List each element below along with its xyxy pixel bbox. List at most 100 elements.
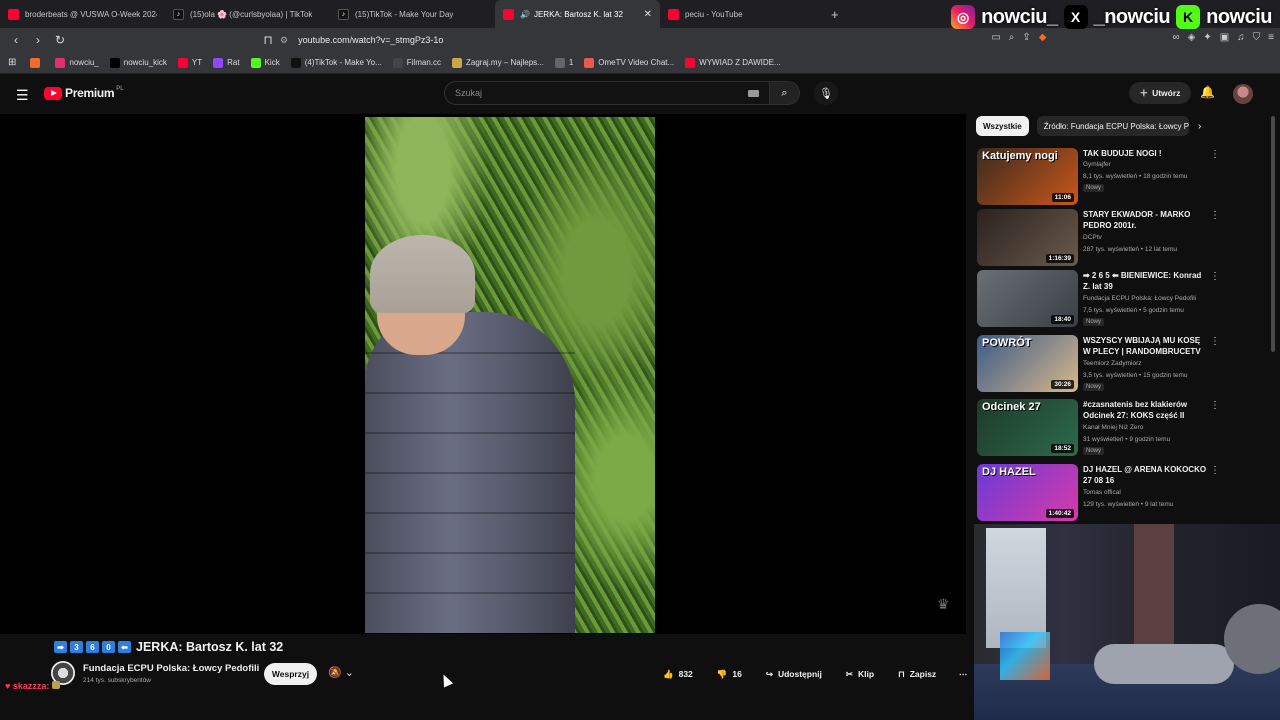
video-thumbnail[interactable]: Odcinek 27 18:52 — [977, 399, 1078, 456]
search-placeholder: Szukaj — [455, 88, 483, 98]
channel-name[interactable]: Fundacja ECPU Polska: Łowcy Pedofili — [83, 663, 259, 674]
recommendation-channel[interactable]: Teemiorz Zadymiorz — [1083, 359, 1213, 369]
recommendation-channel[interactable]: Tomas offical — [1083, 488, 1213, 498]
recommendation-channel[interactable]: Kanał Mniej Niż Zero — [1083, 423, 1213, 433]
recommendation-item[interactable]: Odcinek 27 18:52 #czasnatenis bez klakieró… — [976, 399, 1276, 457]
support-button[interactable]: Wesprzyj — [264, 663, 317, 685]
bookmark-item[interactable]: (4)TikTok - Make Yo... — [290, 57, 382, 68]
more-vert-icon[interactable]: ⋮ — [1210, 271, 1220, 282]
zagraj-icon — [452, 57, 462, 68]
bookmark-item[interactable]: Filman.cc — [392, 57, 441, 68]
video-thumbnail[interactable]: POWRÓT 30:26 — [977, 335, 1078, 392]
recommendation-title[interactable]: WSZYSCY WBIJAJĄ MU KOSĘ W PLECY | RANDOM… — [1083, 335, 1207, 357]
bookmark-item[interactable]: nowciu_kick — [109, 57, 167, 68]
address-bar[interactable]: ⚙ youtube.com/watch?v=_stmgPz3-1o — [280, 30, 1000, 50]
chevron-right-icon[interactable]: › — [1198, 121, 1201, 132]
notifications-bell-icon[interactable]: 🔔 — [1200, 85, 1215, 99]
video-thumbnail[interactable]: DJ HAZEL 1:40:42 — [977, 464, 1078, 521]
social-handle: nowciu — [1206, 5, 1272, 28]
subscription-bell[interactable]: 🔕 ⌄ — [328, 666, 354, 679]
vpn-icon[interactable]: ∞ — [1172, 32, 1179, 43]
brave-shield-icon[interactable]: ◆ — [1039, 32, 1047, 43]
recommendation-title[interactable]: ➡ 2 6 5 ⬅ BIENIEWICE: Konrad Z. lat 39 — [1083, 270, 1207, 292]
cast-icon[interactable]: ▭ — [991, 32, 1000, 43]
clip-button[interactable]: ✂ Klip — [838, 663, 882, 685]
extensions-icon[interactable]: ✦ — [1203, 32, 1211, 43]
chip-source[interactable]: Źródło: Fundacja ECPU Polska: Łowcy Pedo… — [1036, 116, 1189, 136]
close-tab-icon[interactable]: ✕ — [644, 9, 652, 20]
chip-all[interactable]: Wszystkie — [976, 116, 1029, 136]
search-input[interactable]: Szukaj — [444, 81, 770, 105]
youtube-logo[interactable]: Premium PL — [44, 86, 124, 100]
more-actions-button[interactable]: ⋯ — [952, 663, 974, 685]
voice-search-button[interactable]: 🎙 — [814, 81, 838, 105]
menu-hamburger-icon[interactable]: ☰ — [16, 87, 29, 104]
video-thumbnail[interactable]: Katujemy nogi 11:06 — [977, 148, 1078, 205]
new-badge: Nowy — [1083, 447, 1105, 455]
browser-tab[interactable]: peciu - YouTube — [660, 0, 825, 28]
like-button[interactable]: 👍 832 — [655, 663, 701, 685]
keyboard-icon[interactable] — [748, 90, 759, 97]
bookmark-item[interactable]: nowciu_ — [55, 57, 99, 68]
browser-tab-active[interactable]: 🔊 JERKA: Bartosz K. lat 32 ✕ — [495, 0, 660, 28]
scrollbar[interactable] — [1271, 116, 1275, 352]
apps-grid-icon[interactable]: ⊞ — [8, 57, 16, 68]
bookmark-item[interactable]: YT — [177, 57, 202, 68]
dislike-button[interactable]: 👎 16 — [709, 663, 750, 685]
bookmark-item[interactable]: OmeTV Video Chat... — [584, 57, 674, 68]
forward-icon[interactable]: › — [28, 33, 48, 47]
music-icon[interactable]: ♫ — [1237, 32, 1245, 43]
account-avatar[interactable] — [1233, 84, 1253, 104]
bookmark-icon[interactable]: ⊓ — [258, 33, 278, 47]
menu-icon[interactable]: ≡ — [1268, 32, 1274, 43]
mouse-cursor-icon — [438, 672, 454, 688]
bookmark-item[interactable]: 1 — [554, 57, 573, 68]
shield-icon[interactable]: ⛉ — [1253, 32, 1261, 43]
bookmark-item[interactable]: Kick — [250, 57, 280, 68]
video-player[interactable] — [0, 114, 966, 634]
share-button[interactable]: ↪ Udostępnij — [758, 663, 830, 685]
more-vert-icon[interactable]: ⋮ — [1210, 465, 1220, 476]
recommendation-title[interactable]: #czasnatenis bez klakierów Odcinek 27: K… — [1083, 399, 1207, 421]
create-button[interactable]: ＋ Utwórz — [1129, 82, 1191, 104]
more-vert-icon[interactable]: ⋮ — [1210, 400, 1220, 411]
more-vert-icon[interactable]: ⋮ — [1210, 210, 1220, 221]
bookmark-item[interactable] — [30, 57, 44, 68]
reload-icon[interactable]: ↻ — [50, 33, 70, 47]
share-icon[interactable]: ⇪ — [1022, 32, 1030, 43]
more-vert-icon[interactable]: ⋮ — [1210, 149, 1220, 160]
recommendation-item[interactable]: 1:16:39 STARY EKWADOR - MARKO PEDRO 2001r… — [976, 209, 1276, 267]
browser-tab[interactable]: ♪ (15)TikTok - Make Your Day — [330, 0, 495, 28]
bookmark-item[interactable]: WYWIAD Z DAWIDE... — [685, 57, 781, 68]
video-actions: 👍 832 👎 16 ↪ Udostępnij ✂ Klip ⊓ Zapisz ⋯ — [655, 663, 974, 685]
channel-watermark-icon[interactable]: ♛ — [937, 596, 950, 613]
wallet-icon[interactable]: ◈ — [1188, 32, 1196, 43]
speaker-icon[interactable]: 🔊 — [520, 10, 530, 19]
site-info-icon[interactable]: ⚙ — [280, 35, 288, 46]
recommendation-channel[interactable]: Gymlajfer — [1083, 160, 1213, 170]
recommendation-title[interactable]: DJ HAZEL @ ARENA KOKOCKO 27 08 16 — [1083, 464, 1207, 486]
save-button[interactable]: ⊓ Zapisz — [890, 663, 944, 685]
more-vert-icon[interactable]: ⋮ — [1210, 336, 1220, 347]
share-label: Udostępnij — [777, 669, 822, 679]
browser-tab[interactable]: broderbeats @ VUSWA O-Week 2024 — [0, 0, 165, 28]
recommendation-item[interactable]: 18:40 ➡ 2 6 5 ⬅ BIENIEWICE: Konrad Z. lat… — [976, 270, 1276, 328]
recommendation-channel[interactable]: DCPtv — [1083, 233, 1213, 243]
video-thumbnail[interactable]: 18:40 — [977, 270, 1078, 327]
recommendation-channel[interactable]: Fundacja ECPU Polska: Łowcy Pedofili — [1083, 294, 1213, 304]
recommendation-item[interactable]: DJ HAZEL 1:40:42 DJ HAZEL @ ARENA KOKOCKO … — [976, 464, 1276, 522]
bookmark-item[interactable]: Rat — [213, 57, 240, 68]
back-icon[interactable]: ‹ — [6, 33, 26, 47]
webcam-window — [986, 528, 1046, 648]
recommendation-title[interactable]: TAK BUDUJE NOGI ! — [1083, 148, 1207, 159]
bookmark-item[interactable]: Zagraj.my – Najleps... — [452, 57, 544, 68]
browser-tab[interactable]: ♪ (15)ola 🌸 (@curlsbyolaa) | TikTok — [165, 0, 330, 28]
new-tab-button[interactable]: + — [831, 7, 839, 22]
video-thumbnail[interactable]: 1:16:39 — [977, 209, 1078, 266]
recommendation-title[interactable]: STARY EKWADOR - MARKO PEDRO 2001r. — [1083, 209, 1207, 231]
zoom-icon[interactable]: ⌕ — [1009, 32, 1015, 43]
search-button[interactable]: ⌕ — [770, 81, 800, 105]
sidebar-icon[interactable]: ▣ — [1220, 32, 1229, 43]
recommendation-item[interactable]: POWRÓT 30:26 WSZYSCY WBIJAJĄ MU KOSĘ W PLE… — [976, 335, 1276, 393]
recommendation-item[interactable]: Katujemy nogi 11:06 TAK BUDUJE NOGI ! Gymla… — [976, 148, 1276, 206]
